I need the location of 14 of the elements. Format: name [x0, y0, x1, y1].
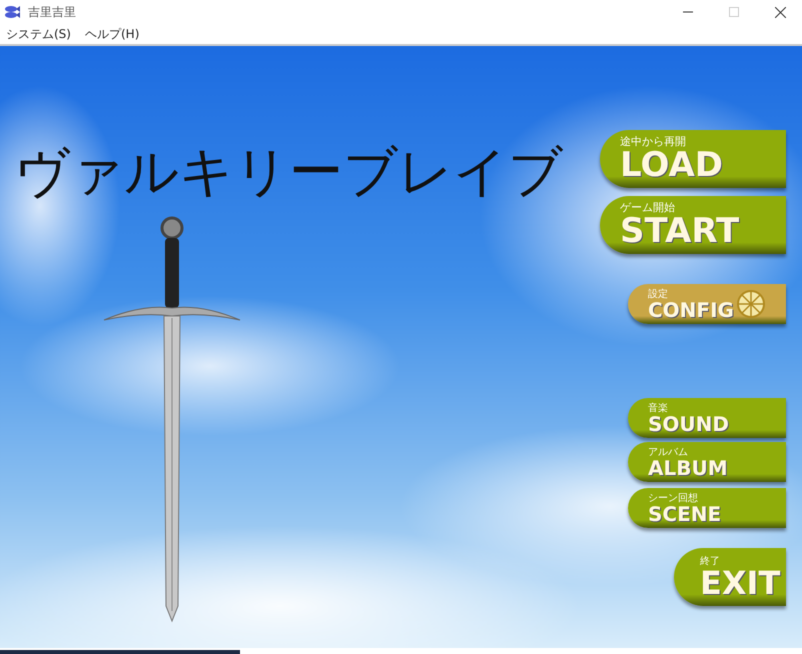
- menu-button[interactable]: ゲーム開始 START: [600, 196, 786, 254]
- menu-button[interactable]: 音楽 SOUND: [628, 398, 786, 438]
- menu-button[interactable]: 途中から再開 LOAD: [600, 130, 786, 188]
- close-icon[interactable]: [775, 6, 786, 18]
- menu-button[interactable]: 終了 EXIT: [674, 548, 786, 606]
- menu-button[interactable]: アルバム ALBUM: [628, 442, 786, 482]
- wheel-icon: [736, 289, 766, 319]
- menu-item[interactable]: ヘルプ(H): [84, 26, 140, 42]
- game-title: ヴァルキリーブレイブ: [14, 139, 563, 205]
- window-title: 吉里吉里: [28, 4, 76, 20]
- menu-button[interactable]: シーン回想 SCENE: [628, 488, 786, 528]
- menu-item[interactable]: システム(S): [6, 26, 71, 42]
- menu-button[interactable]: 設定 CONFIG: [628, 284, 786, 324]
- fish-icon: [4, 5, 20, 19]
